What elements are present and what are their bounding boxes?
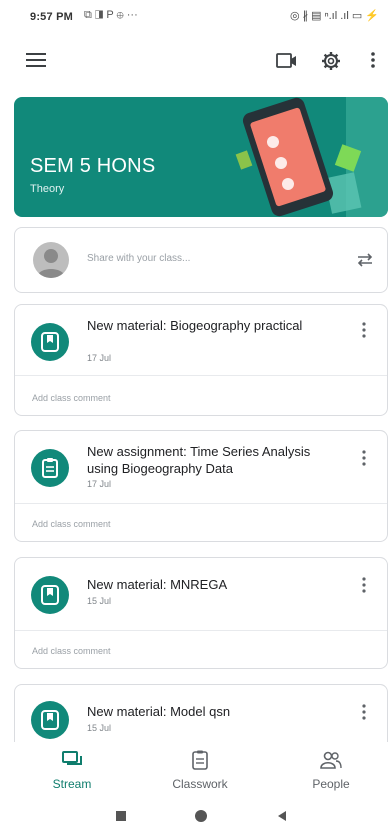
post-title[interactable]: New material: Model qsn [87, 703, 327, 720]
stream-icon [62, 751, 82, 765]
divider [15, 503, 387, 504]
post-date: 15 Jul [87, 596, 112, 606]
divider [15, 630, 387, 631]
tab-classwork-label: Classwork [172, 777, 228, 791]
class-title: SEM 5 HONS [30, 155, 156, 177]
recents-icon[interactable] [115, 810, 127, 822]
add-comment-input[interactable]: Add class comment [32, 519, 111, 529]
more-options-icon[interactable] [370, 50, 376, 70]
add-comment-input[interactable]: Add class comment [32, 393, 111, 403]
post-menu-icon[interactable] [361, 576, 367, 594]
post-menu-icon[interactable] [361, 449, 367, 467]
stream-post[interactable]: New material: MNREGA 15 Jul Add class co… [14, 557, 388, 669]
avatar [33, 242, 69, 278]
gear-icon[interactable] [320, 50, 342, 72]
video-icon[interactable] [276, 52, 298, 70]
class-section: Theory [30, 183, 65, 195]
post-date: 17 Jul [87, 479, 112, 489]
share-with-class-card[interactable]: Share with your class... [14, 227, 388, 293]
tab-stream-label: Stream [52, 777, 92, 791]
share-input[interactable]: Share with your class... [87, 253, 190, 264]
add-comment-input[interactable]: Add class comment [32, 646, 111, 656]
divider [15, 375, 387, 376]
bottom-navigation: Stream Classwork People [0, 742, 389, 802]
home-icon[interactable] [194, 809, 208, 823]
people-icon [320, 751, 342, 769]
stream-post[interactable]: New assignment: Time Series Analysis usi… [14, 430, 388, 542]
tab-stream[interactable]: Stream [22, 750, 122, 791]
post-menu-icon[interactable] [361, 703, 367, 721]
post-date: 15 Jul [87, 723, 112, 733]
menu-icon[interactable] [26, 53, 46, 69]
classwork-icon [192, 750, 208, 770]
tab-people-label: People [312, 777, 350, 791]
post-title[interactable]: New material: MNREGA [87, 576, 327, 593]
post-title[interactable]: New material: Biogeography practical [87, 317, 327, 334]
post-menu-icon[interactable] [361, 321, 367, 339]
class-banner[interactable]: SEM 5 HONS Theory [14, 97, 388, 217]
system-navigation-bar [0, 806, 389, 830]
tab-classwork[interactable]: Classwork [150, 750, 250, 791]
status-time: 9:57 PM [30, 11, 73, 23]
status-bar: 9:57 PM ⧉ ◨ P ⊕ ··· ◎ ∦ ▤ ⁿ.ıl .ıl ▭ ⚡ [0, 0, 389, 34]
material-icon [31, 323, 69, 361]
material-icon [31, 576, 69, 614]
app-bar [0, 40, 389, 84]
post-title[interactable]: New assignment: Time Series Analysis usi… [87, 443, 327, 477]
assignment-icon [31, 449, 69, 487]
stream-post[interactable]: New material: Biogeography practical 17 … [14, 304, 388, 416]
system-status-icons: ◎ ∦ ▤ ⁿ.ıl .ıl ▭ ⚡ [289, 10, 379, 22]
repost-icon[interactable] [355, 250, 375, 270]
notification-icons: ⧉ ◨ P ⊕ ··· [84, 9, 138, 21]
material-icon [31, 701, 69, 739]
back-icon[interactable] [276, 810, 288, 822]
post-date: 17 Jul [87, 353, 112, 363]
tab-people[interactable]: People [281, 750, 381, 791]
banner-illustration [235, 97, 388, 217]
